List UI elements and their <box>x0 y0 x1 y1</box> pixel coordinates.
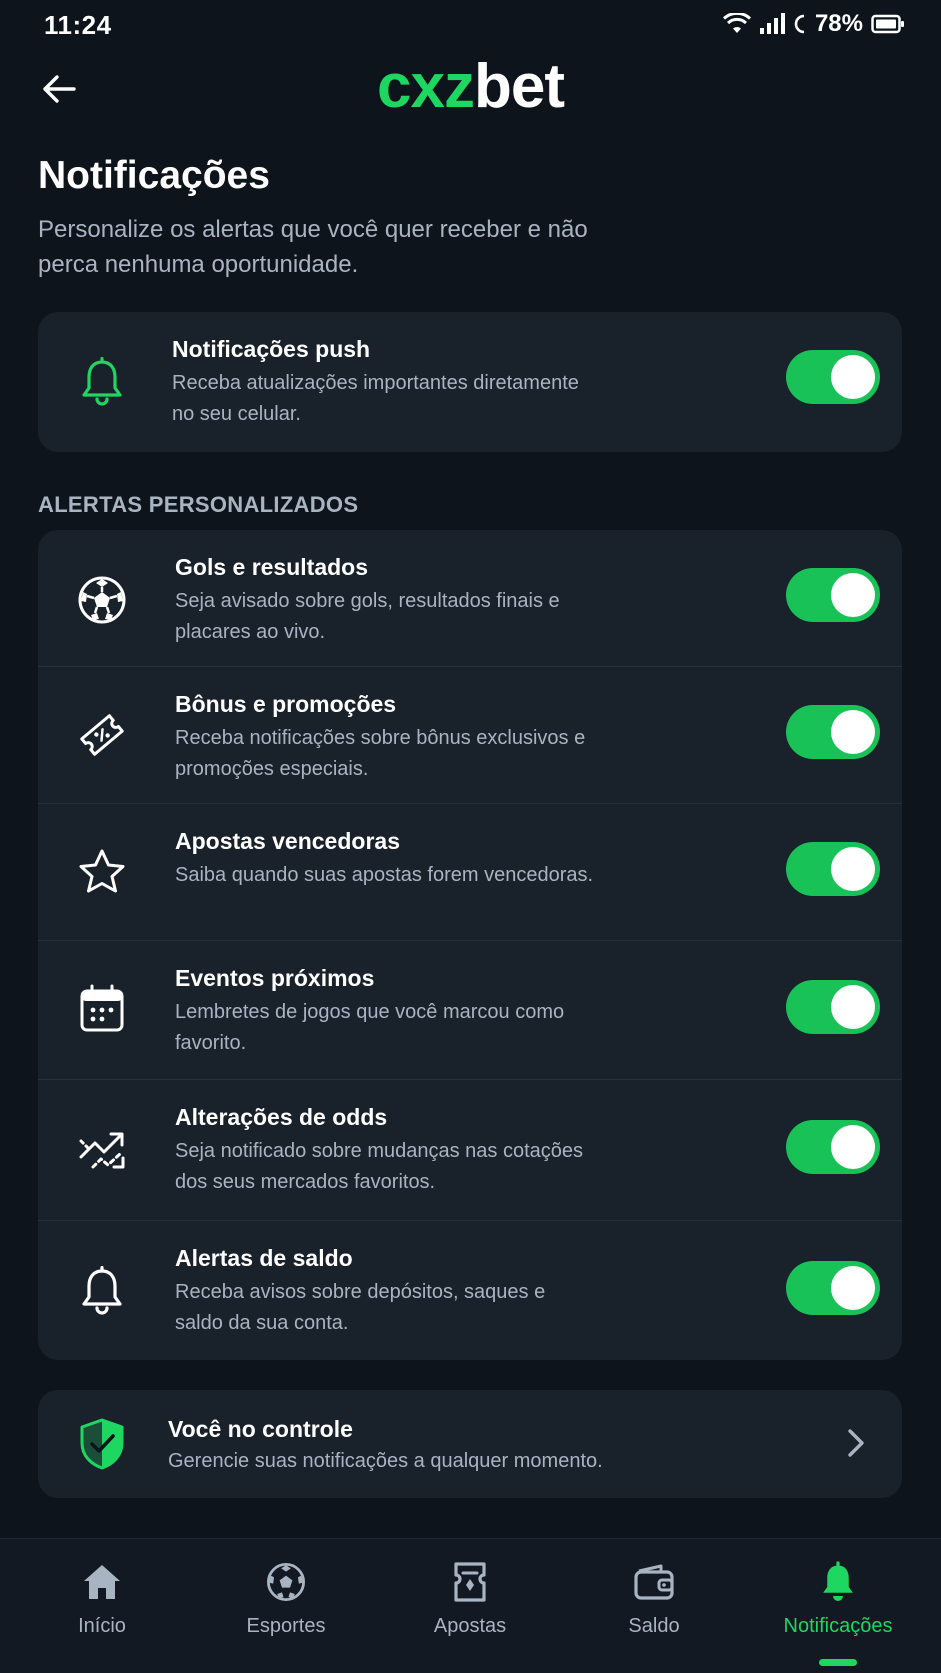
alert-title: Eventos próximos <box>175 965 375 991</box>
alert-row-balance: Alertas de saldo Receba avisos sobre dep… <box>38 1221 902 1360</box>
nav-label: Esportes <box>246 1615 326 1637</box>
push-title: Notificações push <box>172 336 371 362</box>
bonus-toggle[interactable] <box>786 705 880 759</box>
toggle-knob <box>831 1125 875 1169</box>
control-card[interactable]: Você no controle Gerencie suas notificaç… <box>38 1390 902 1498</box>
nav-bets[interactable]: Apostas <box>376 1539 564 1673</box>
push-toggle[interactable] <box>786 350 880 404</box>
top-bar: cxzbet <box>0 52 941 122</box>
trend-arrows-icon <box>74 1122 130 1178</box>
alert-row-bonus: Bônus e promoções Receba notificações so… <box>38 667 902 803</box>
page-title: Notificações <box>38 154 270 197</box>
nav-label: Apostas <box>433 1615 507 1637</box>
alert-row-upcoming-events: Eventos próximos Lembretes de jogos que … <box>38 941 902 1079</box>
balance-toggle[interactable] <box>786 1261 880 1315</box>
custom-alerts-card: Gols e resultados Seja avisado sobre gol… <box>38 530 902 1360</box>
battery-percent: 78% <box>814 10 863 37</box>
control-title: Você no controle <box>168 1416 353 1442</box>
chevron-right-icon <box>846 1426 866 1465</box>
brand-logo-part1: cxz <box>377 52 475 121</box>
alert-description: Receba notificações sobre bônus exclusiv… <box>175 727 586 780</box>
nav-balance[interactable]: Saldo <box>560 1539 748 1673</box>
bell-icon <box>74 1263 130 1319</box>
brand-logo-part2: bet <box>473 52 565 121</box>
calendar-icon <box>74 981 130 1037</box>
soccer-ball-icon <box>192 1559 380 1605</box>
brand-logo: cxzbet <box>0 52 941 122</box>
nav-sports[interactable]: Esportes <box>192 1539 380 1673</box>
toggle-knob <box>831 985 875 1029</box>
alert-description: Seja avisado sobre gols, resultados fina… <box>175 590 560 643</box>
shield-check-icon <box>74 1416 130 1472</box>
ticket-percent-icon <box>74 707 130 763</box>
soccer-ball-icon <box>74 572 130 628</box>
alert-row-winning-bets: Apostas vencedoras Saiba quando suas apo… <box>38 804 902 940</box>
toggle-knob <box>831 573 875 617</box>
control-description: Gerencie suas notificações a qualquer mo… <box>168 1450 603 1472</box>
alert-title: Gols e resultados <box>175 554 369 580</box>
alert-description: Seja notificado sobre mudanças nas cotaç… <box>175 1140 584 1193</box>
alert-row-odds-changes: Alterações de odds Seja notificado sobre… <box>38 1080 902 1220</box>
status-icons: 78% <box>722 10 905 38</box>
bottom-navigation: Início Esportes Apostas Saldo Notificaçõ… <box>0 1538 941 1673</box>
push-description: Receba atualizações importantes diretame… <box>172 372 579 425</box>
goals-toggle[interactable] <box>786 568 880 622</box>
wifi-icon <box>722 13 751 35</box>
alert-title: Bônus e promoções <box>175 691 397 717</box>
alert-description: Lembretes de jogos que você marcou como … <box>175 1001 565 1054</box>
odds-changes-toggle[interactable] <box>786 1120 880 1174</box>
nav-notifications[interactable]: Notificações <box>744 1539 932 1673</box>
battery-saver-icon <box>793 13 807 35</box>
signal-icon <box>759 13 785 35</box>
wallet-icon <box>560 1559 748 1605</box>
upcoming-events-toggle[interactable] <box>786 980 880 1034</box>
nav-label: Saldo <box>628 1615 680 1637</box>
bell-icon <box>74 354 130 410</box>
nav-label: Notificações <box>783 1615 893 1637</box>
toggle-knob <box>831 847 875 891</box>
home-icon <box>8 1559 196 1605</box>
bell-icon <box>744 1559 932 1605</box>
nav-home[interactable]: Início <box>8 1539 196 1673</box>
toggle-knob <box>831 355 875 399</box>
alert-title: Alertas de saldo <box>175 1245 353 1271</box>
alert-description: Saiba quando suas apostas forem vencedor… <box>175 864 594 886</box>
alert-description: Receba avisos sobre depósitos, saques e … <box>175 1281 546 1334</box>
active-tab-indicator <box>819 1659 857 1666</box>
alert-row-goals: Gols e resultados Seja avisado sobre gol… <box>38 530 902 666</box>
page-subtitle: Personalize os alertas que você quer rec… <box>38 216 588 278</box>
toggle-knob <box>831 1266 875 1310</box>
battery-icon <box>871 14 905 34</box>
alert-title: Alterações de odds <box>175 1104 388 1130</box>
alert-title: Apostas vencedoras <box>175 828 400 854</box>
status-bar: 11:24 78% <box>0 0 941 50</box>
nav-label: Início <box>78 1615 126 1637</box>
bet-slip-icon <box>376 1559 564 1605</box>
winning-bets-toggle[interactable] <box>786 842 880 896</box>
toggle-knob <box>831 710 875 754</box>
status-time: 11:24 <box>44 10 112 40</box>
section-label: ALERTAS PERSONALIZADOS <box>38 492 359 517</box>
push-notifications-card: Notificações push Receba atualizações im… <box>38 312 902 452</box>
star-icon <box>74 844 130 900</box>
